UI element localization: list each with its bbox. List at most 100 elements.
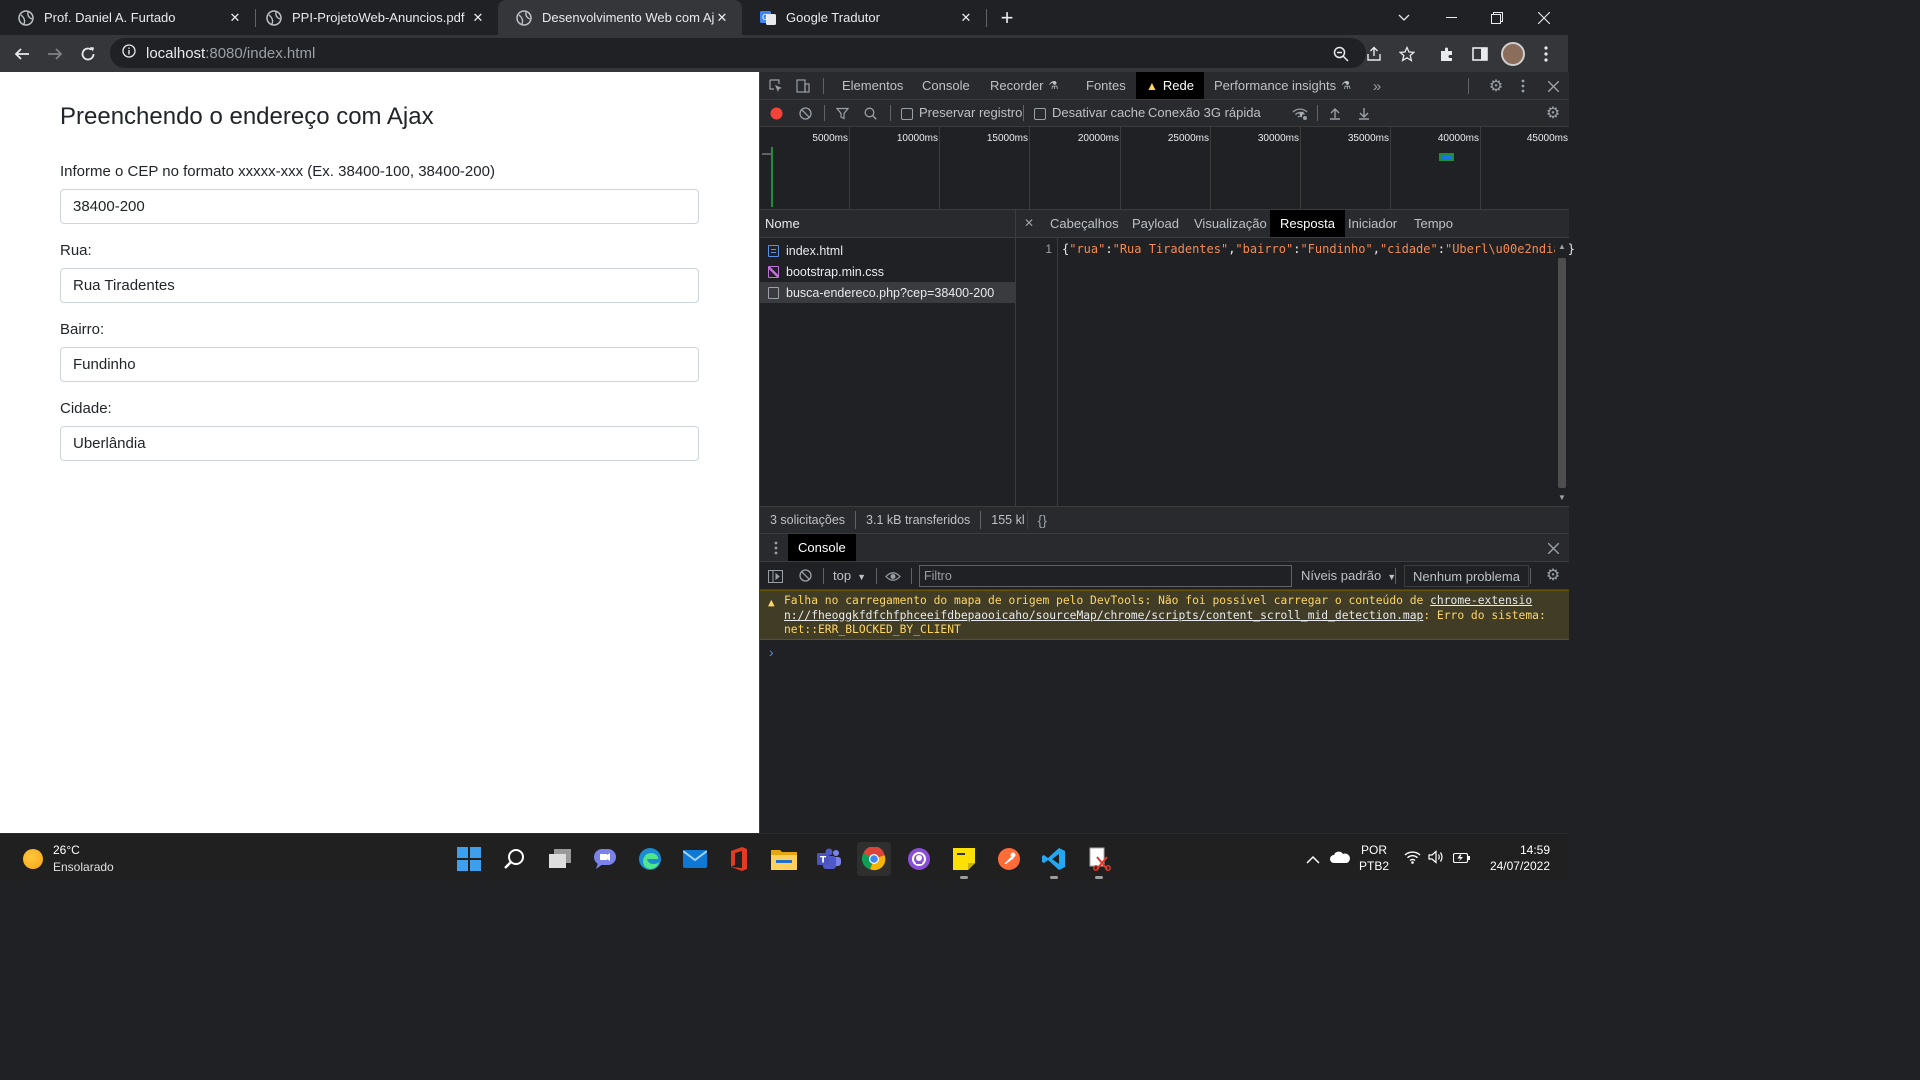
start-windows-icon[interactable] <box>452 842 486 876</box>
request-row[interactable]: index.html <box>760 240 1015 261</box>
reload-icon[interactable] <box>75 41 101 67</box>
input-language[interactable]: POR <box>1361 843 1387 857</box>
scrollbar-thumb[interactable] <box>1558 258 1566 488</box>
network-settings-icon[interactable]: ⚙ <box>1543 104 1563 122</box>
network-overview-timeline[interactable]: 5000ms 10000ms 15000ms 20000ms 25000ms 3… <box>760 127 1569 210</box>
close-tab-icon[interactable]: ✕ <box>714 10 730 26</box>
search-taskbar-icon[interactable] <box>498 842 532 876</box>
browser-tab-active[interactable]: Desenvolvimento Web com Ajax ✕ <box>498 0 742 35</box>
tab-fontes[interactable]: Fontes <box>1086 72 1126 99</box>
sidebar-toggle-icon[interactable] <box>767 568 783 584</box>
zoom-icon[interactable] <box>1328 41 1354 67</box>
cep-input[interactable]: 38400-200 <box>60 189 699 224</box>
device-toolbar-icon[interactable] <box>794 77 812 95</box>
edge-browser-icon[interactable] <box>633 842 667 876</box>
sun-weather-icon[interactable] <box>23 849 43 869</box>
keyboard-layout[interactable]: PTB2 <box>1358 859 1390 873</box>
teams-chat-icon[interactable] <box>588 842 622 876</box>
throttling-select[interactable]: Conexão 3G rápida ▼ <box>1148 105 1306 120</box>
tab-search-icon[interactable] <box>1381 0 1427 35</box>
postman-icon[interactable] <box>992 842 1026 876</box>
console-settings-icon[interactable]: ⚙ <box>1543 566 1563 584</box>
tab-iniciador[interactable]: Iniciador <box>1348 210 1397 237</box>
export-har-icon[interactable] <box>1357 105 1371 121</box>
tab-performance-insights[interactable]: Performance insights ⚗ <box>1214 72 1351 99</box>
clock-date[interactable]: 24/07/2022 <box>1478 859 1550 873</box>
side-panel-icon[interactable] <box>1467 41 1493 67</box>
cidade-input[interactable]: Uberlândia <box>60 426 699 461</box>
chevron-up-icon[interactable] <box>1306 851 1320 869</box>
pretty-print-icon[interactable]: {} <box>1038 512 1047 528</box>
settings-gear-icon[interactable]: ⚙ <box>1486 76 1506 96</box>
snipping-tool-icon[interactable] <box>1082 842 1116 879</box>
close-drawer-icon[interactable] <box>1544 538 1562 558</box>
clear-console-icon[interactable] <box>798 568 813 583</box>
tab-resposta[interactable]: Resposta <box>1270 210 1345 237</box>
console-prompt[interactable]: › <box>769 644 774 660</box>
tab-rede[interactable]: ▲ Rede <box>1136 72 1204 99</box>
search-icon[interactable] <box>863 106 878 121</box>
tab-console[interactable]: Console <box>922 72 970 99</box>
drawer-menu-icon[interactable] <box>769 540 783 556</box>
browser-tab[interactable]: PPI-ProjetoWeb-Anuncios.pdf ✕ <box>248 0 498 35</box>
browser-tab[interactable]: Prof. Daniel A. Furtado ✕ <box>0 0 255 35</box>
mail-icon[interactable] <box>678 842 712 876</box>
teams-icon[interactable]: T <box>812 842 846 876</box>
onedrive-cloud-icon[interactable] <box>1330 850 1350 868</box>
weather-condition[interactable]: Ensolarado <box>53 860 114 874</box>
scroll-down-icon[interactable]: ▼ <box>1558 493 1566 502</box>
disable-cache-checkbox[interactable]: Desativar cache <box>1034 105 1145 120</box>
request-row-selected[interactable]: busca-endereco.php?cep=38400-200 <box>760 282 1015 303</box>
inspect-element-icon[interactable] <box>767 77 785 95</box>
console-warning-message[interactable]: ▲ Falha no carregamento do mapa de orige… <box>760 590 1569 640</box>
wifi-icon[interactable] <box>1404 850 1421 869</box>
address-bar[interactable]: localhost:8080/index.html <box>110 38 1366 68</box>
extensions-icon[interactable] <box>1434 41 1460 67</box>
minimize-icon[interactable] <box>1428 0 1474 35</box>
share-icon[interactable] <box>1361 41 1387 67</box>
task-view-icon[interactable] <box>543 842 577 876</box>
tab-tempo[interactable]: Tempo <box>1414 210 1453 237</box>
close-detail-icon[interactable]: ✕ <box>1022 215 1036 231</box>
tab-cabecalhos[interactable]: Cabeçalhos <box>1050 210 1119 237</box>
chrome-icon[interactable] <box>857 842 891 876</box>
clear-icon[interactable] <box>798 106 813 121</box>
restore-icon[interactable] <box>1474 0 1520 35</box>
source-map-link-cont[interactable]: n://fheoggkfdfchfphceeifdbepaooicaho/sou… <box>784 609 1423 622</box>
request-row[interactable]: bootstrap.min.css <box>760 261 1015 282</box>
context-select[interactable]: top ▼ <box>833 568 866 583</box>
live-expression-eye-icon[interactable] <box>884 568 902 584</box>
log-levels-select[interactable]: Níveis padrão ▼ <box>1301 568 1396 583</box>
tab-elementos[interactable]: Elementos <box>842 72 903 99</box>
weather-temperature[interactable]: 26°C <box>53 843 80 857</box>
close-tab-icon[interactable]: ✕ <box>958 10 974 26</box>
issues-button[interactable]: Nenhum problema <box>1404 565 1529 587</box>
console-filter-input[interactable]: Filtro <box>919 565 1292 587</box>
close-tab-icon[interactable]: ✕ <box>470 10 486 26</box>
profile-avatar[interactable] <box>1501 42 1525 66</box>
new-tab-icon[interactable]: + <box>985 0 1029 35</box>
close-window-icon[interactable] <box>1521 0 1567 35</box>
name-column-header[interactable]: Nome <box>760 210 1015 238</box>
source-map-link[interactable]: chrome-extensio <box>1430 594 1532 607</box>
close-devtools-icon[interactable] <box>1544 76 1562 96</box>
network-conditions-icon[interactable] <box>1291 105 1309 121</box>
devtools-menu-icon[interactable] <box>1516 76 1530 96</box>
vscode-icon[interactable] <box>1037 842 1071 879</box>
clock-time[interactable]: 14:59 <box>1478 843 1550 857</box>
record-icon[interactable] <box>769 106 784 121</box>
back-icon[interactable] <box>9 41 35 67</box>
chrome-menu-icon[interactable] <box>1533 41 1559 67</box>
browser-tab[interactable]: G Google Tradutor ✕ <box>742 0 986 35</box>
drawer-tab-console[interactable]: Console <box>788 534 856 561</box>
file-explorer-icon[interactable] <box>767 842 801 876</box>
more-tabs-icon[interactable]: » <box>1370 76 1384 96</box>
tab-visualizacao[interactable]: Visualização <box>1194 210 1267 237</box>
response-body[interactable]: {"rua":"Rua Tiradentes","bairro":"Fundin… <box>1062 242 1575 256</box>
forward-icon[interactable] <box>42 41 68 67</box>
volume-icon[interactable] <box>1428 850 1445 869</box>
preserve-log-checkbox[interactable]: Preservar registro <box>901 105 1022 120</box>
bairro-input[interactable]: Fundinho <box>60 347 699 382</box>
tab-recorder[interactable]: Recorder ⚗ <box>990 72 1058 99</box>
filter-icon[interactable] <box>835 106 850 121</box>
